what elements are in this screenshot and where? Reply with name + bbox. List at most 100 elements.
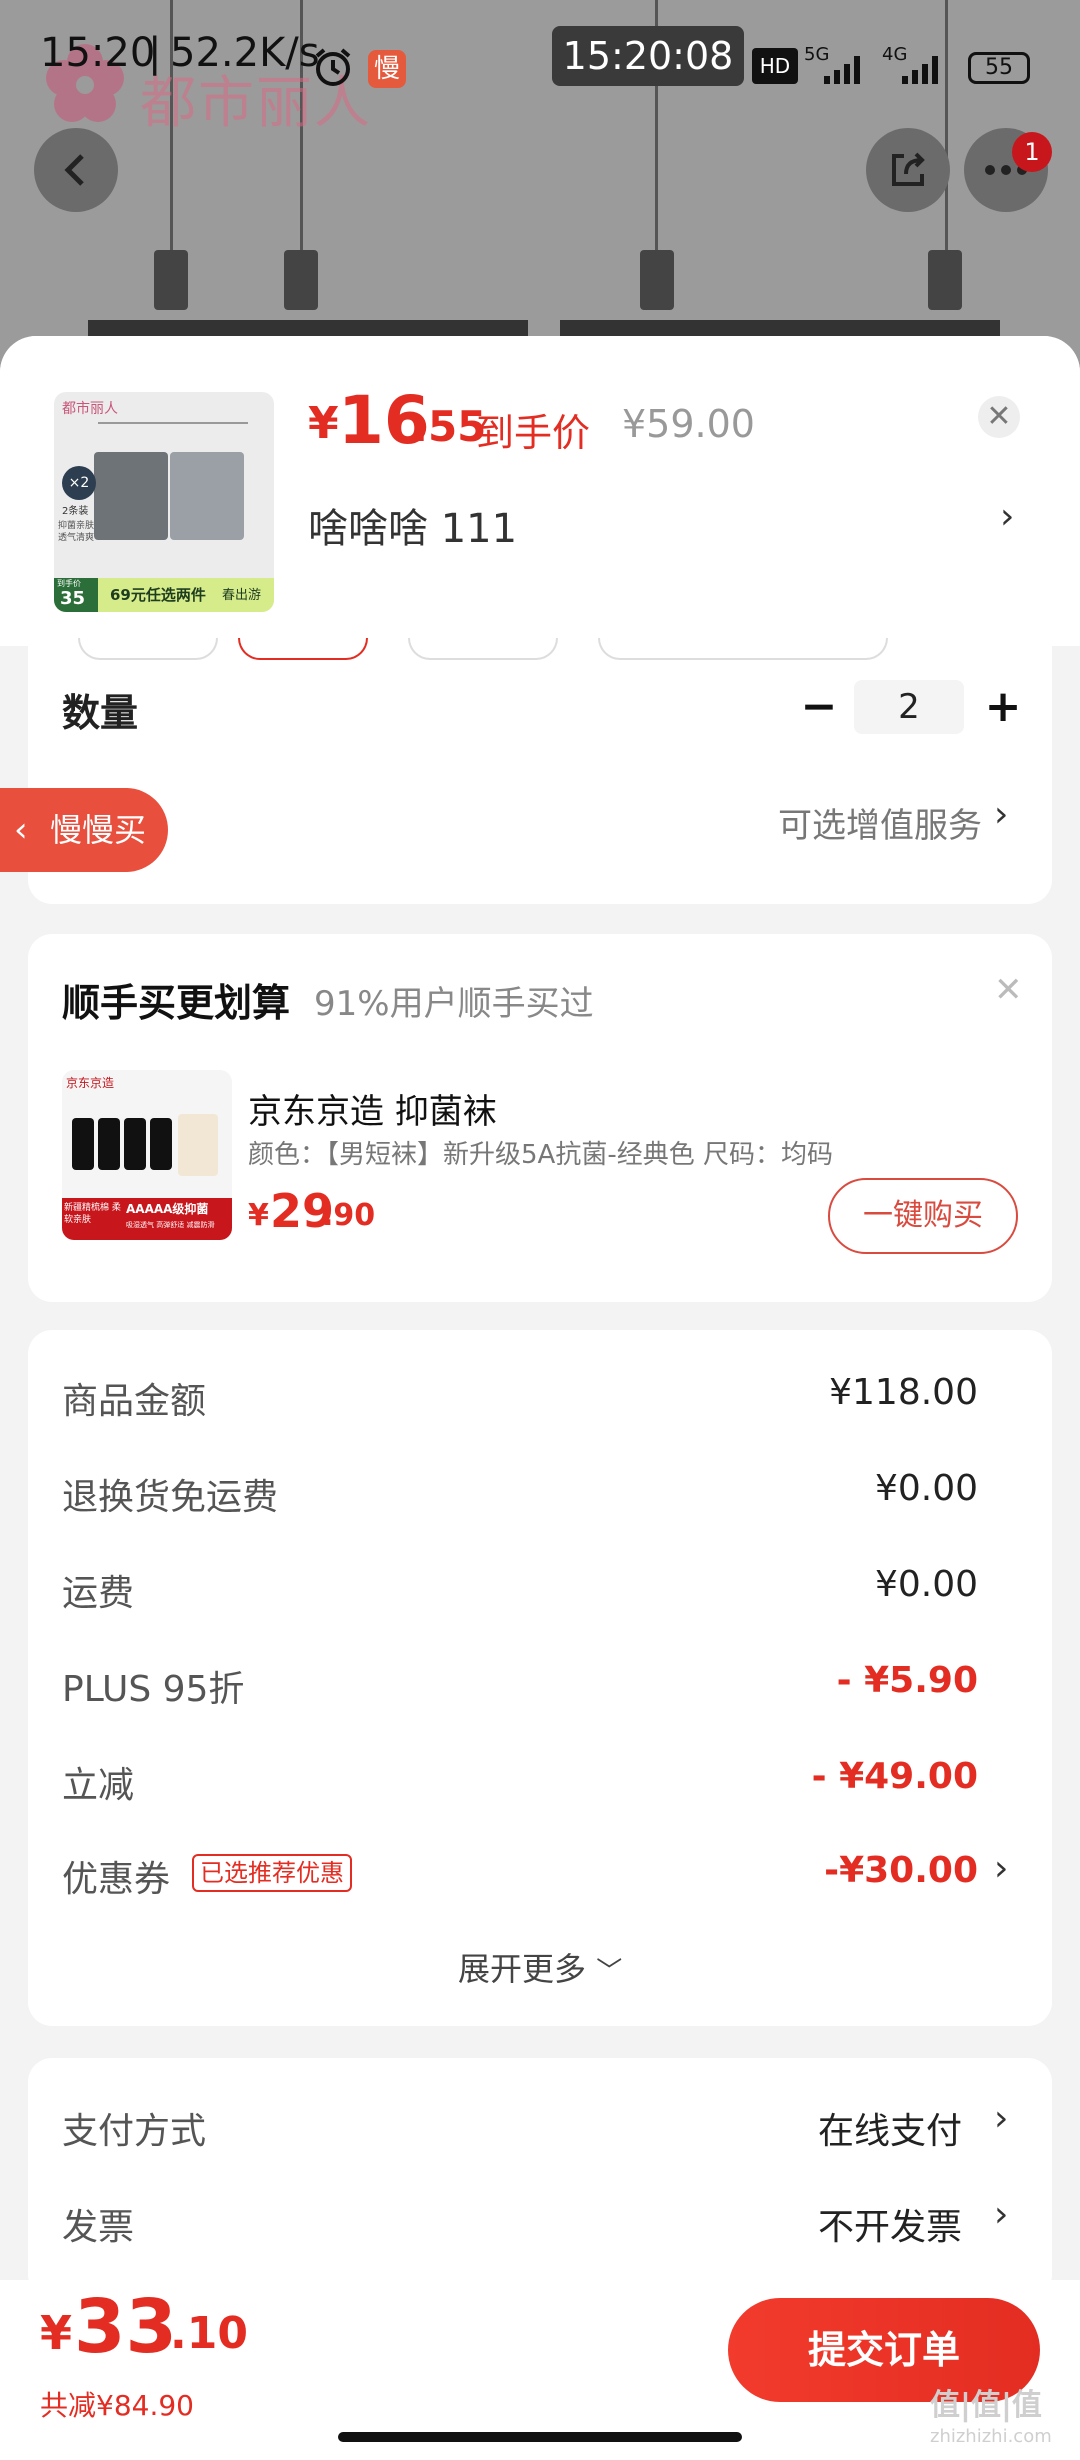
home-indicator (338, 2432, 742, 2442)
thumb-badge-sub: 2条装 (62, 506, 89, 517)
notification-badge: 1 (1012, 132, 1052, 172)
bundle-card: 顺手买更划算 91%用户顺手买过 ✕ 京东京造 新疆精梳棉 柔软亲肤 AAAAA… (28, 934, 1052, 1302)
bundle-item-name[interactable]: 京东京造 抑菌袜 (248, 1084, 497, 1133)
chevron-right-icon[interactable]: › (994, 1848, 1008, 1889)
chevron-right-icon[interactable]: › (994, 2194, 1008, 2235)
bundle-subtitle: 91%用户顺手买过 (314, 984, 594, 1024)
battery-icon: 55 (968, 52, 1030, 84)
thumb-hanger-bar (98, 422, 248, 424)
quantity-service-card: 数量 − 2 + 服务 可选增值服务 › (28, 638, 1052, 904)
hanger-clip (640, 250, 674, 310)
cost-breakdown-card: 商品金额 ¥118.00 退换货免运费 ¥0.00 运费 ¥0.00 PLUS … (28, 1330, 1052, 2026)
cost-row-value: - ¥49.00 (811, 1756, 978, 1797)
spec-option-chip[interactable] (78, 638, 218, 660)
payment-value[interactable]: 在线支付 (818, 2102, 962, 2154)
cost-row-value: ¥118.00 (829, 1372, 978, 1413)
service-value[interactable]: 可选增值服务 (778, 798, 982, 847)
total-saved: 共减¥84.90 (40, 2389, 194, 2422)
cost-row-label: 退换货免运费 (62, 1477, 279, 1518)
thumb-price: 35 (60, 588, 86, 609)
expand-more-button[interactable]: 展开更多 ﹀ (458, 1944, 622, 1990)
bundle-price-currency: ¥ (248, 1198, 269, 1233)
hanger-clip (154, 250, 188, 310)
slow-app-badge: 慢 (368, 50, 406, 88)
cost-row-value: ¥0.00 (874, 1564, 978, 1605)
cost-row-value: - ¥5.90 (836, 1660, 978, 1701)
spec-option-chip[interactable] (598, 638, 888, 660)
invoice-value[interactable]: 不开发票 (818, 2198, 962, 2250)
chevron-down-icon: ﹀ (596, 1957, 623, 1987)
order-sheet: 都市丽人 ×2 2条装 抑菌亲肤 透气清爽 到手价 35 69元任选两件 春出游… (0, 336, 1080, 2460)
share-icon (892, 152, 925, 186)
thumb-blurb: 抑菌亲肤 透气清爽 (58, 521, 95, 543)
bundle-thumb-band2: AAAAA级抑菌 (126, 1202, 209, 1216)
bundle-title: 顺手买更划算 (62, 981, 291, 1025)
back-button[interactable] (34, 128, 118, 212)
final-price-tag: 到手价 (476, 411, 591, 455)
slow-buy-floating-button[interactable]: ‹ 慢慢买 (0, 788, 168, 872)
cost-row-value: ¥0.00 (874, 1468, 978, 1509)
chevron-right-icon[interactable]: › (994, 794, 1008, 835)
share-button[interactable] (866, 128, 950, 212)
chevron-left-icon: ‹ (14, 810, 28, 850)
chevron-right-icon[interactable]: › (1000, 496, 1014, 537)
center-clock: 15:20:08 (552, 26, 744, 86)
sock-shape (150, 1118, 172, 1170)
close-sheet-button[interactable]: ✕ (978, 396, 1020, 438)
cost-row-label: PLUS 95折 (62, 1669, 245, 1710)
thumb-brand: 都市丽人 (62, 401, 118, 417)
cost-row-label: 运费 (62, 1573, 135, 1614)
spec-option-chip-selected[interactable] (238, 638, 368, 660)
thumb-promo: 69元任选两件 (110, 586, 206, 604)
one-click-buy-button[interactable]: 一键购买 (828, 1178, 1018, 1254)
cost-row-label: 优惠券 (62, 1859, 171, 1900)
total-decimal: .10 (170, 2308, 248, 2359)
bundle-item-spec: 颜色：【男短袜】新升级5A抗菌-经典色 尺码：均码 (248, 1140, 833, 1170)
original-price: ¥59.00 (622, 402, 755, 446)
bundle-price-decimal: .90 (322, 1198, 376, 1233)
cost-row-value[interactable]: -¥30.00 (824, 1850, 978, 1891)
spec-option-chip[interactable] (408, 638, 558, 660)
thumb-underwear-dark (94, 452, 168, 540)
total-integer: 33 (74, 2284, 177, 2370)
chevron-right-icon[interactable]: › (994, 2098, 1008, 2139)
alarm-icon (315, 48, 351, 86)
package-shape (178, 1114, 218, 1176)
bundle-thumb-band3: 吸湿透气 高弹舒适 减震防滑 (126, 1221, 215, 1229)
bundle-thumb-band1: 新疆精梳棉 柔软亲肤 (64, 1203, 121, 1225)
selected-spec[interactable]: 啥啥啥 111 (308, 496, 517, 554)
price-currency: ¥ (308, 398, 339, 449)
cost-row-label: 商品金额 (62, 1381, 207, 1422)
invoice-label: 发票 (62, 2207, 135, 2248)
hd-icon: HD (752, 48, 798, 84)
close-icon: ✕ (986, 399, 1012, 434)
back-arrow-icon (64, 154, 84, 186)
quantity-increase-button[interactable]: + (978, 682, 1028, 732)
coupon-badge: 已选推荐优惠 (192, 1854, 352, 1892)
payment-label: 支付方式 (62, 2111, 207, 2152)
thumb-tag: 春出游 (222, 588, 262, 603)
thumb-badge: ×2 (62, 466, 96, 500)
signal-icon (824, 56, 860, 84)
bundle-close-icon[interactable]: ✕ (994, 970, 1023, 1010)
status-divider: | (148, 30, 162, 76)
sock-shape (72, 1118, 94, 1170)
hanger-clip (284, 250, 318, 310)
quantity-decrease-button[interactable]: − (794, 682, 844, 732)
total-currency: ¥ (40, 2306, 73, 2360)
signal-icon-2 (902, 56, 938, 84)
site-watermark-url: zhizhizhi.com (930, 2426, 1052, 2447)
cost-row-label: 立减 (62, 1765, 135, 1806)
bundle-thumb-brand: 京东京造 (66, 1076, 115, 1090)
bundle-thumbnail[interactable]: 京东京造 新疆精梳棉 柔软亲肤 AAAAA级抑菌 吸湿透气 高弹舒适 减震防滑 (62, 1070, 232, 1240)
hanger-clip (928, 250, 962, 310)
thumb-underwear-light (170, 452, 244, 540)
sock-shape (124, 1118, 146, 1170)
quantity-value[interactable]: 2 (854, 680, 964, 734)
status-time: 15:20 (40, 30, 156, 76)
status-speed: 52.2K/s (170, 30, 320, 76)
payment-card: 支付方式 在线支付 › 发票 不开发票 › (28, 2058, 1052, 2298)
quantity-label: 数量 (62, 691, 139, 735)
slow-buy-label: 慢慢买 (50, 811, 147, 849)
product-thumbnail: 都市丽人 ×2 2条装 抑菌亲肤 透气清爽 到手价 35 69元任选两件 春出游 (54, 392, 274, 612)
